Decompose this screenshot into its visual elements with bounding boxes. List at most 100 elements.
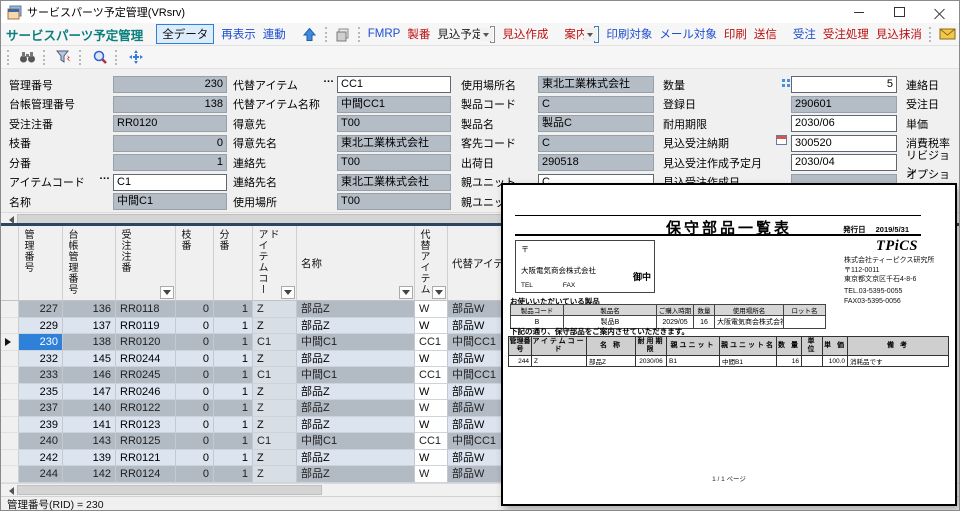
mikomi-sakusei-button[interactable]: 見込作成 xyxy=(502,26,548,42)
up-arrow-icon[interactable] xyxy=(302,25,317,44)
grid-cell[interactable]: Z xyxy=(253,400,297,417)
grid-cell[interactable]: W xyxy=(415,317,448,334)
grid-cell[interactable]: W xyxy=(415,449,448,466)
grid-cell[interactable]: 1 xyxy=(214,350,253,367)
grid-cell[interactable]: 部品Z xyxy=(297,466,415,483)
mikomi-juchu-noki-field[interactable]: 300520 xyxy=(791,134,897,152)
grid-cell[interactable]: 0 xyxy=(176,367,214,384)
grid-cell[interactable]: 部品Z xyxy=(297,400,415,417)
grid-cell[interactable]: 229 xyxy=(19,317,63,334)
mikomi-juchu-sakusei-yotei-tsuki-field[interactable]: 2030/04 xyxy=(791,154,897,171)
row-selector[interactable] xyxy=(1,367,19,384)
row-selector[interactable] xyxy=(1,317,19,334)
grid-cell[interactable]: RR0124 xyxy=(116,466,176,483)
filter-dropdown-icon[interactable] xyxy=(160,286,174,299)
row-selector[interactable] xyxy=(1,466,19,483)
grid-cell[interactable]: 139 xyxy=(63,449,116,466)
juchu-button[interactable]: 受注 xyxy=(793,26,816,42)
grid-cell[interactable]: CC1 xyxy=(415,334,448,351)
rendo-button[interactable]: 連動 xyxy=(263,26,286,42)
grid-cell[interactable]: 部品Z xyxy=(297,317,415,334)
row-selector[interactable] xyxy=(1,301,19,318)
grid-cell[interactable]: RR0246 xyxy=(116,383,176,400)
move-icon[interactable] xyxy=(126,48,145,67)
row-selector[interactable] xyxy=(1,334,19,351)
grid-cell[interactable]: 233 xyxy=(19,367,63,384)
grid-cell[interactable]: Z xyxy=(253,301,297,318)
grid-cell[interactable]: 141 xyxy=(63,416,116,433)
grid-cell[interactable]: RR0125 xyxy=(116,433,176,450)
grid-cell[interactable]: 部品Z xyxy=(297,416,415,433)
close-button[interactable] xyxy=(919,1,959,23)
refresh-button[interactable]: 再表示 xyxy=(221,26,256,42)
grid-cell[interactable]: RR0118 xyxy=(116,301,176,318)
scrollbar-thumb[interactable] xyxy=(17,485,322,495)
grid-cell[interactable]: 235 xyxy=(19,383,63,400)
grid-cell[interactable]: 部品Z xyxy=(297,301,415,318)
grid-cell[interactable]: 部品Z xyxy=(297,383,415,400)
seiban-button[interactable]: 製番 xyxy=(407,26,430,42)
row-selector[interactable] xyxy=(1,416,19,433)
filter-dropdown-icon[interactable] xyxy=(432,286,446,299)
grid-cell[interactable]: 1 xyxy=(214,367,253,384)
grid-cell[interactable]: Z xyxy=(253,317,297,334)
grid-cell[interactable]: 中間C1 xyxy=(297,433,415,450)
mikomi-yotei-button[interactable]: 見込予定 xyxy=(437,26,483,42)
insatsu-button[interactable]: 印刷 xyxy=(724,26,747,42)
grid-cell[interactable]: 145 xyxy=(63,350,116,367)
grid-cell[interactable]: 0 xyxy=(176,383,214,400)
mail-taisho-button[interactable]: メール対象 xyxy=(659,26,717,42)
calendar-icon[interactable] xyxy=(776,135,787,145)
grid-cell[interactable]: Z xyxy=(253,383,297,400)
grid-cell[interactable]: 232 xyxy=(19,350,63,367)
grid-cell[interactable]: C1 xyxy=(253,334,297,351)
copy-icon[interactable] xyxy=(335,25,350,44)
grid-cell[interactable]: 0 xyxy=(176,449,214,466)
grid-cell[interactable]: 230 xyxy=(19,334,63,351)
grid-cell[interactable]: 部品Z xyxy=(297,350,415,367)
chevron-down-icon[interactable] xyxy=(480,27,494,41)
col-edaban-header[interactable]: 枝番 xyxy=(176,226,214,301)
maximize-button[interactable] xyxy=(879,1,919,23)
grid-cell[interactable]: W xyxy=(415,301,448,318)
grid-cell[interactable]: 0 xyxy=(176,334,214,351)
grid-cell[interactable]: 140 xyxy=(63,400,116,417)
grid-cell[interactable]: 138 xyxy=(63,334,116,351)
grid-cell[interactable]: 143 xyxy=(63,433,116,450)
grid-cell[interactable]: 部品Z xyxy=(297,449,415,466)
col-item-code-header[interactable]: アイテムコード xyxy=(253,226,297,301)
row-selector[interactable] xyxy=(1,400,19,417)
filter-dropdown-icon[interactable] xyxy=(399,286,413,299)
grid-cell[interactable]: CC1 xyxy=(415,367,448,384)
grid-cell[interactable]: W xyxy=(415,416,448,433)
grid-cell[interactable]: 1 xyxy=(214,400,253,417)
taiyo-kigen-field[interactable]: 2030/06 xyxy=(791,115,897,132)
grid-cell[interactable]: RR0123 xyxy=(116,416,176,433)
grid-cell[interactable]: W xyxy=(415,350,448,367)
col-bunban-header[interactable]: 分番 xyxy=(214,226,253,301)
minimize-button[interactable] xyxy=(839,1,879,23)
grid-cell[interactable]: RR0120 xyxy=(116,334,176,351)
grid-cell[interactable]: 0 xyxy=(176,466,214,483)
ellipsis-button[interactable]: … xyxy=(323,73,334,85)
filter-icon[interactable] xyxy=(54,48,73,67)
all-data-toggle[interactable]: 全データ xyxy=(156,24,215,44)
grid-cell[interactable]: 142 xyxy=(63,466,116,483)
grid-cell[interactable]: 244 xyxy=(19,466,63,483)
suryo-field[interactable]: 5 xyxy=(791,76,897,93)
grid-cell[interactable]: C1 xyxy=(253,367,297,384)
grid-cell[interactable]: 0 xyxy=(176,317,214,334)
grid-cell[interactable]: C1 xyxy=(253,433,297,450)
row-selector[interactable] xyxy=(1,350,19,367)
grid-cell[interactable]: W xyxy=(415,466,448,483)
grid-cell[interactable]: 1 xyxy=(214,433,253,450)
search-zoom-icon[interactable] xyxy=(90,48,109,67)
grid-cell[interactable]: 0 xyxy=(176,433,214,450)
grid-cell[interactable]: 0 xyxy=(176,301,214,318)
grid-cell[interactable]: 136 xyxy=(63,301,116,318)
juchu-shori-button[interactable]: 受注処理 xyxy=(823,26,869,42)
chevron-down-icon[interactable] xyxy=(584,27,598,41)
insatsu-taisho-button[interactable]: 印刷対象 xyxy=(606,26,652,42)
grid-cell[interactable]: 0 xyxy=(176,350,214,367)
grid-cell[interactable]: 0 xyxy=(176,416,214,433)
